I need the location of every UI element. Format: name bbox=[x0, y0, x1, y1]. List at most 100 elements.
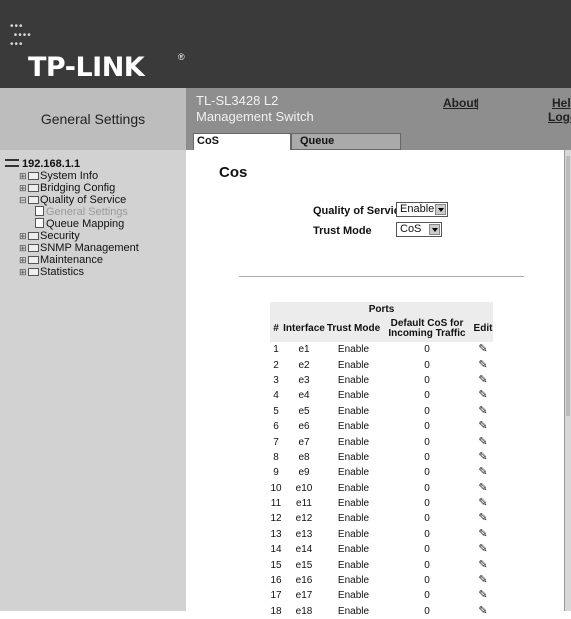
edit-cell[interactable]: ✎ bbox=[473, 557, 493, 572]
row-trust-mode: Enable bbox=[337, 544, 370, 556]
table-row: 11 e11 Enable 0 ✎ bbox=[270, 496, 493, 511]
row-index: 2 bbox=[273, 359, 279, 371]
trust-mode-label: Trust Mode bbox=[313, 225, 372, 237]
pencil-icon[interactable]: ✎ bbox=[478, 513, 487, 524]
tree-item-label: Queue Mapping bbox=[46, 218, 125, 230]
row-interface: e5 bbox=[298, 405, 310, 417]
edit-cell[interactable]: ✎ bbox=[473, 588, 493, 603]
edit-cell[interactable]: ✎ bbox=[473, 357, 493, 372]
edit-cell[interactable]: ✎ bbox=[473, 342, 493, 357]
tree-item-system-info[interactable]: ⊞ System Info bbox=[5, 170, 139, 182]
row-interface: e4 bbox=[298, 390, 310, 402]
pencil-icon[interactable]: ✎ bbox=[478, 498, 487, 509]
logout-link[interactable]: Logout bbox=[548, 110, 571, 124]
tab-cos[interactable]: CoS bbox=[193, 133, 291, 150]
about-link[interactable]: About bbox=[443, 96, 478, 110]
pencil-icon[interactable]: ✎ bbox=[478, 436, 487, 447]
tree-root-label: 192.168.1.1 bbox=[22, 158, 81, 170]
tree-item-label: General Settings bbox=[46, 206, 128, 218]
tree-item-statistics[interactable]: ⊞ Statistics bbox=[5, 266, 139, 278]
edit-cell[interactable]: ✎ bbox=[473, 542, 493, 557]
row-default-cos: 0 bbox=[424, 544, 430, 556]
table-row: 4 e4 Enable 0 ✎ bbox=[270, 388, 493, 403]
row-interface: e12 bbox=[295, 513, 313, 525]
row-trust-mode: Enable bbox=[337, 405, 370, 417]
pencil-icon[interactable]: ✎ bbox=[478, 559, 487, 570]
table-row: 2 e2 Enable 0 ✎ bbox=[270, 357, 493, 372]
tree-item-quality-of-service[interactable]: ⊟ Quality of Service bbox=[5, 194, 139, 206]
edit-cell[interactable]: ✎ bbox=[473, 419, 493, 434]
scrollbar[interactable] bbox=[564, 150, 571, 611]
edit-cell[interactable]: ✎ bbox=[473, 450, 493, 465]
expand-icon: ⊞ bbox=[19, 231, 27, 241]
pencil-icon[interactable]: ✎ bbox=[478, 390, 487, 401]
tree-item-snmp-management[interactable]: ⊞ SNMP Management bbox=[5, 242, 139, 254]
table-row: 14 e14 Enable 0 ✎ bbox=[270, 542, 493, 557]
row-default-cos: 0 bbox=[424, 436, 430, 448]
tree-item-general-settings[interactable]: General Settings bbox=[5, 206, 139, 218]
pencil-icon[interactable]: ✎ bbox=[478, 451, 487, 462]
row-trust-mode: Enable bbox=[337, 575, 370, 587]
row-default-cos: 0 bbox=[424, 559, 430, 571]
pencil-icon[interactable]: ✎ bbox=[478, 344, 487, 355]
row-index: 16 bbox=[270, 575, 282, 587]
edit-cell[interactable]: ✎ bbox=[473, 496, 493, 511]
row-default-cos: 0 bbox=[424, 344, 430, 356]
section-title: General Settings bbox=[0, 88, 186, 150]
pencil-icon[interactable]: ✎ bbox=[478, 374, 487, 385]
folder-icon bbox=[28, 268, 39, 276]
folder-icon bbox=[28, 232, 39, 240]
qos-select[interactable]: Enable bbox=[396, 202, 448, 217]
row-default-cos: 0 bbox=[424, 528, 430, 540]
row-default-cos: 0 bbox=[424, 482, 430, 494]
help-link[interactable]: Help bbox=[552, 96, 571, 110]
edit-cell[interactable]: ✎ bbox=[473, 527, 493, 542]
row-default-cos: 0 bbox=[424, 359, 430, 371]
tree-root[interactable]: 192.168.1.1 bbox=[5, 158, 139, 170]
row-trust-mode: Enable bbox=[337, 528, 370, 540]
model-line-2: Management Switch bbox=[196, 109, 314, 124]
tree-item-maintenance[interactable]: ⊞ Maintenance bbox=[5, 254, 139, 266]
pencil-icon[interactable]: ✎ bbox=[478, 575, 487, 586]
ports-table: Ports # Interface Trust Mode Default CoS… bbox=[270, 302, 493, 619]
tree-item-label: Statistics bbox=[40, 266, 85, 278]
row-interface: e14 bbox=[295, 544, 313, 556]
pencil-icon[interactable]: ✎ bbox=[478, 467, 487, 478]
tree-item-queue-mapping[interactable]: Queue Mapping bbox=[5, 218, 139, 230]
table-row: 13 e13 Enable 0 ✎ bbox=[270, 527, 493, 542]
qos-select-value: Enable bbox=[400, 203, 435, 215]
row-index: 7 bbox=[273, 436, 279, 448]
chevron-down-icon bbox=[429, 224, 440, 235]
tab-queue[interactable]: Queue bbox=[291, 133, 401, 150]
pencil-icon[interactable]: ✎ bbox=[478, 590, 487, 601]
pencil-icon[interactable]: ✎ bbox=[478, 544, 487, 555]
edit-cell[interactable]: ✎ bbox=[473, 511, 493, 526]
edit-cell[interactable]: ✎ bbox=[473, 434, 493, 449]
row-index: 3 bbox=[273, 374, 279, 386]
scrollbar-thumb[interactable] bbox=[566, 156, 570, 416]
table-row: 9 e9 Enable 0 ✎ bbox=[270, 465, 493, 480]
tree-item-security[interactable]: ⊞ Security bbox=[5, 230, 139, 242]
pencil-icon[interactable]: ✎ bbox=[478, 482, 487, 493]
edit-cell[interactable]: ✎ bbox=[473, 388, 493, 403]
trust-mode-select[interactable]: CoS bbox=[396, 222, 442, 237]
edit-cell[interactable]: ✎ bbox=[473, 373, 493, 388]
row-interface: e18 bbox=[295, 605, 313, 617]
pencil-icon[interactable]: ✎ bbox=[478, 405, 487, 416]
edit-cell[interactable]: ✎ bbox=[473, 573, 493, 588]
row-trust-mode: Enable bbox=[337, 451, 370, 463]
edit-cell[interactable]: ✎ bbox=[473, 404, 493, 419]
edit-cell[interactable]: ✎ bbox=[473, 481, 493, 496]
edit-cell[interactable]: ✎ bbox=[473, 465, 493, 480]
edit-cell[interactable]: ✎ bbox=[473, 604, 493, 619]
row-default-cos: 0 bbox=[424, 421, 430, 433]
row-trust-mode: Enable bbox=[337, 467, 370, 479]
row-index: 14 bbox=[270, 544, 282, 556]
pencil-icon[interactable]: ✎ bbox=[478, 528, 487, 539]
folder-icon bbox=[28, 184, 39, 192]
pencil-icon[interactable]: ✎ bbox=[478, 421, 487, 432]
row-default-cos: 0 bbox=[424, 605, 430, 617]
row-interface: e15 bbox=[295, 559, 313, 571]
pencil-icon[interactable]: ✎ bbox=[478, 359, 487, 370]
tree-item-bridging-config[interactable]: ⊞ Bridging Config bbox=[5, 182, 139, 194]
